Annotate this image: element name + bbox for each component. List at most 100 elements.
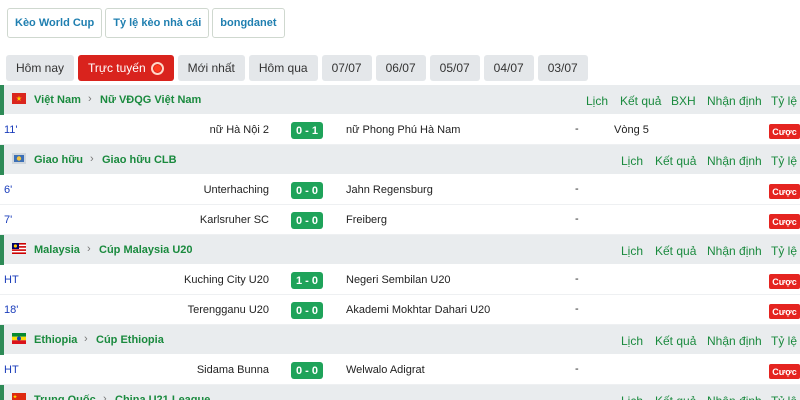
score-badge[interactable]: 0 - 1 (291, 122, 323, 139)
bet-button[interactable]: Cược (769, 214, 800, 229)
top-link-1[interactable]: Tỷ lệ kèo nhà cái (105, 8, 210, 38)
tab-6[interactable]: 05/07 (429, 55, 480, 81)
match-minute: HT (4, 364, 19, 376)
league-header: Ethiopia › Cúp Ethiopia Lịch Kết quả Nhận địn… (0, 325, 800, 355)
column-header-lich[interactable]: Lịch (621, 154, 643, 168)
odds-placeholder: - (575, 213, 579, 225)
column-header-ty-le[interactable]: Tỷ lệ (771, 334, 797, 348)
column-header-lich[interactable]: Lịch (621, 244, 643, 258)
league-header: Việt Nam › Nữ VĐQG Việt Nam Lịch Kết quả BXH N… (0, 85, 800, 115)
away-team[interactable]: Freiberg (346, 214, 387, 226)
league-competition[interactable]: China U21 League (115, 394, 210, 400)
score-badge[interactable]: 0 - 0 (291, 212, 323, 229)
tab-5[interactable]: 06/07 (375, 55, 426, 81)
column-header-nhan-dinh[interactable]: Nhận định (707, 244, 762, 258)
match-row[interactable]: HT Kuching City U20 1 - 0 Negeri Sembilan U… (0, 265, 800, 295)
tab-label: 03/07 (547, 61, 578, 75)
bet-button[interactable]: Cược (769, 304, 800, 319)
home-team[interactable]: nữ Hà Nội 2 (210, 124, 269, 136)
match-row[interactable]: 18' Terengganu U20 0 - 0 Akademi Mokhtar Da… (0, 295, 800, 325)
match-row[interactable]: 6' Unterhaching 0 - 0 Jahn Regensburg - Cược (0, 175, 800, 205)
column-header-lich[interactable]: Lịch (621, 334, 643, 348)
odds-placeholder: - (575, 303, 579, 315)
column-header-nhan-dinh[interactable]: Nhận định (707, 394, 762, 400)
column-header-ket-qua[interactable]: Kết quả (655, 244, 696, 258)
league-competition[interactable]: Cúp Ethiopia (96, 334, 164, 346)
column-header-ty-le[interactable]: Tỷ lệ (771, 154, 797, 168)
bet-button[interactable]: Cược (769, 274, 800, 289)
match-row[interactable]: HT Sidama Bunna 0 - 0 Welwalo Adigrat - Cược (0, 355, 800, 385)
tab-label: 04/07 (493, 61, 524, 75)
column-header-ket-qua[interactable]: Kết quả (655, 154, 696, 168)
column-header-nhan-dinh[interactable]: Nhận định (707, 94, 762, 108)
column-header-ket-qua[interactable]: Kết quả (655, 334, 696, 348)
tab-3[interactable]: Hôm qua (248, 55, 318, 81)
league-competition[interactable]: Cúp Malaysia U20 (99, 244, 193, 256)
tab-1[interactable]: Trực tuyến (78, 55, 174, 81)
tab-4[interactable]: 07/07 (321, 55, 372, 81)
score-badge[interactable]: 0 - 0 (291, 302, 323, 319)
column-header-ty-le[interactable]: Tỷ lệ (771, 244, 797, 258)
column-header-ty-le[interactable]: Tỷ lệ (771, 394, 797, 400)
league-competition[interactable]: Giao hữu CLB (102, 154, 177, 166)
home-team[interactable]: Sidama Bunna (197, 364, 269, 376)
league-mark (0, 325, 4, 355)
league-country[interactable]: Giao hữu (34, 154, 83, 166)
top-link-0[interactable]: Kèo World Cup (7, 8, 103, 38)
match-row[interactable]: 11' nữ Hà Nội 2 0 - 1 nữ Phong Phú Hà Nam - V… (0, 115, 800, 145)
odds-placeholder: - (575, 123, 579, 135)
league-country[interactable]: Malaysia (34, 244, 80, 256)
away-team[interactable]: nữ Phong Phú Hà Nam (346, 124, 460, 136)
league-country[interactable]: Ethiopia (34, 334, 77, 346)
score-badge[interactable]: 0 - 0 (291, 362, 323, 379)
column-header-lich[interactable]: Lịch (621, 394, 643, 400)
column-header-nhan-dinh[interactable]: Nhận định (707, 154, 762, 168)
tab-7[interactable]: 04/07 (483, 55, 534, 81)
tab-0[interactable]: Hôm nay (6, 55, 75, 81)
match-minute: 7' (4, 214, 13, 226)
league-mark (0, 235, 4, 265)
home-team[interactable]: Kuching City U20 (184, 274, 269, 286)
home-team[interactable]: Karlsruher SC (200, 214, 269, 226)
column-header-nhan-dinh[interactable]: Nhận định (707, 334, 762, 348)
column-header-ket-qua[interactable]: Kết quả (620, 94, 661, 108)
score-badge[interactable]: 0 - 0 (291, 182, 323, 199)
away-team[interactable]: Negeri Sembilan U20 (346, 274, 451, 286)
tab-8[interactable]: 03/07 (537, 55, 588, 81)
bet-button[interactable]: Cược (769, 124, 800, 139)
match-minute: 6' (4, 184, 13, 196)
home-team[interactable]: Terengganu U20 (188, 304, 269, 316)
match-round: Vòng 5 (614, 124, 649, 136)
live-indicator-icon (150, 61, 164, 75)
bet-button[interactable]: Cược (769, 184, 800, 199)
league-header: Malaysia › Cúp Malaysia U20 Lịch Kết quả Nhận… (0, 235, 800, 265)
odds-placeholder: - (575, 363, 579, 375)
column-header-bxh[interactable]: BXH (671, 94, 696, 108)
league-competition[interactable]: Nữ VĐQG Việt Nam (100, 94, 201, 106)
home-team[interactable]: Unterhaching (204, 184, 269, 196)
away-team[interactable]: Welwalo Adigrat (346, 364, 425, 376)
column-header-ty-le[interactable]: Tỷ lệ (771, 94, 797, 108)
column-header-ket-qua[interactable]: Kết quả (655, 394, 696, 400)
chevron-right-icon: › (84, 333, 88, 345)
bet-button[interactable]: Cược (769, 364, 800, 379)
tab-label: Trực tuyến (88, 61, 146, 75)
away-team[interactable]: Jahn Regensburg (346, 184, 433, 196)
tab-label: Mới nhất (187, 61, 235, 75)
league-header: Giao hữu › Giao hữu CLB Lịch Kết quả Nhận địn… (0, 145, 800, 175)
league-country[interactable]: Việt Nam (34, 94, 81, 106)
date-tabs: Hôm nay Trực tuyến Mới nhất Hôm qua 07/07 06/… (6, 55, 588, 81)
tab-label: 05/07 (439, 61, 470, 75)
league-mark (0, 85, 4, 115)
match-minute: 18' (4, 304, 19, 316)
malaysia-flag-icon (12, 243, 26, 254)
match-minute: HT (4, 274, 19, 286)
tab-2[interactable]: Mới nhất (177, 55, 245, 81)
away-team[interactable]: Akademi Mokhtar Dahari U20 (346, 304, 490, 316)
league-country[interactable]: Trung Quốc (34, 394, 96, 400)
score-badge[interactable]: 1 - 0 (291, 272, 323, 289)
match-row[interactable]: 7' Karlsruher SC 0 - 0 Freiberg - Cược (0, 205, 800, 235)
column-header-lich[interactable]: Lịch (586, 94, 608, 108)
tab-label: Hôm qua (258, 61, 308, 75)
top-link-2[interactable]: bongdanet (212, 8, 285, 38)
